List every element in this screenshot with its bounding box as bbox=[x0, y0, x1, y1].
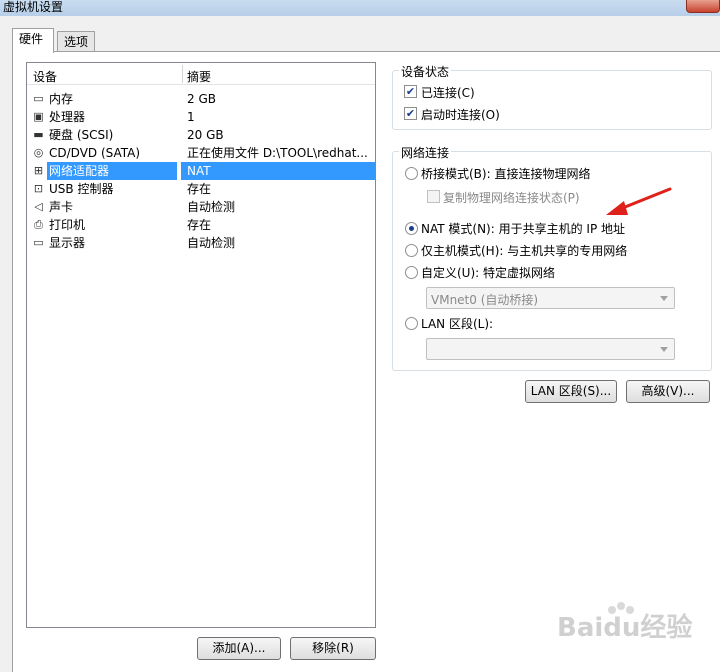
device-row-usb[interactable]: ⊡ USB 控制器 存在 bbox=[27, 180, 375, 198]
remove-device-button[interactable]: 移除(R) bbox=[290, 637, 376, 660]
device-summary: 1 bbox=[187, 110, 195, 124]
connected-checkbox[interactable]: ✔ bbox=[404, 85, 417, 98]
chevron-down-icon bbox=[660, 347, 668, 352]
device-summary: NAT bbox=[187, 164, 211, 178]
column-header-summary[interactable]: 摘要 bbox=[187, 68, 211, 85]
annotation-arrow bbox=[606, 187, 672, 215]
device-name: 显示器 bbox=[49, 236, 86, 250]
device-name: 硬盘 (SCSI) bbox=[49, 128, 114, 142]
host-only-radio[interactable] bbox=[405, 244, 418, 257]
lan-segment-radio[interactable] bbox=[405, 317, 418, 330]
device-name: 打印机 bbox=[49, 218, 86, 232]
network-adapter-icon: ⊞ bbox=[33, 164, 44, 177]
device-name: CD/DVD (SATA) bbox=[49, 146, 141, 160]
nat-label[interactable]: NAT 模式(N): 用于共享主机的 IP 地址 bbox=[421, 220, 625, 237]
baidu-watermark: Baidu经验 bbox=[557, 602, 692, 643]
custom-label[interactable]: 自定义(U): 特定虚拟网络 bbox=[421, 264, 555, 281]
connect-at-power-on-label[interactable]: 启动时连接(O) bbox=[421, 106, 500, 123]
device-row-cd-dvd[interactable]: ◎ CD/DVD (SATA) 正在使用文件 D:\TOOL\redhat... bbox=[27, 144, 375, 162]
lan-segment-label[interactable]: LAN 区段(L): bbox=[421, 315, 493, 332]
device-row-display[interactable]: ▭ 显示器 自动检测 bbox=[27, 234, 375, 252]
custom-network-value: VMnet0 (自动桥接) bbox=[431, 293, 539, 307]
harddisk-icon: ▬ bbox=[33, 128, 44, 141]
tab-options[interactable]: 选项 bbox=[57, 31, 95, 53]
device-summary: 2 GB bbox=[187, 92, 216, 106]
device-row-memory[interactable]: ▭ 内存 2 GB bbox=[27, 90, 375, 108]
column-separator[interactable] bbox=[182, 65, 183, 83]
device-row-printer[interactable]: ⎙ 打印机 存在 bbox=[27, 216, 375, 234]
bridged-label[interactable]: 桥接模式(B): 直接连接物理网络 bbox=[421, 165, 590, 182]
tab-hardware[interactable]: 硬件 bbox=[12, 28, 54, 53]
device-row-processor[interactable]: ▣ 处理器 1 bbox=[27, 108, 375, 126]
device-name: 处理器 bbox=[49, 110, 86, 124]
title-bar: 虚拟机设置 bbox=[0, 0, 720, 16]
display-icon: ▭ bbox=[33, 236, 44, 249]
usb-icon: ⊡ bbox=[33, 182, 44, 195]
cd-icon: ◎ bbox=[33, 146, 44, 159]
device-summary: 存在 bbox=[187, 182, 212, 196]
connected-label[interactable]: 已连接(C) bbox=[421, 84, 475, 101]
watermark-text: Baidu经验 bbox=[557, 612, 692, 643]
add-device-button[interactable]: 添加(A)... bbox=[197, 637, 281, 660]
device-summary: 正在使用文件 D:\TOOL\redhat... bbox=[187, 146, 368, 160]
device-summary: 存在 bbox=[187, 218, 212, 232]
custom-network-select[interactable]: VMnet0 (自动桥接) bbox=[426, 287, 675, 309]
window-title: 虚拟机设置 bbox=[3, 0, 64, 14]
device-row-sound[interactable]: ◁ 声卡 自动检测 bbox=[27, 198, 375, 216]
memory-icon: ▭ bbox=[33, 92, 44, 105]
device-name: 网络适配器 bbox=[47, 162, 177, 180]
device-status-title: 设备状态 bbox=[399, 63, 452, 80]
lan-segments-button[interactable]: LAN 区段(S)... bbox=[525, 380, 617, 403]
network-connection-title: 网络连接 bbox=[399, 144, 452, 161]
device-summary: 20 GB bbox=[187, 128, 224, 142]
chevron-down-icon bbox=[660, 296, 668, 301]
host-only-label[interactable]: 仅主机模式(H): 与主机共享的专用网络 bbox=[421, 242, 627, 259]
device-list-header: 设备 摘要 bbox=[27, 63, 375, 85]
connect-at-power-on-checkbox[interactable]: ✔ bbox=[404, 107, 417, 120]
device-name: 声卡 bbox=[49, 200, 74, 214]
nat-radio[interactable] bbox=[405, 222, 418, 235]
device-name: USB 控制器 bbox=[49, 182, 114, 196]
device-name: 内存 bbox=[49, 92, 74, 106]
bridged-radio[interactable] bbox=[405, 167, 418, 180]
replicate-state-label[interactable]: 复制物理网络连接状态(P) bbox=[443, 189, 580, 206]
column-header-device[interactable]: 设备 bbox=[33, 68, 57, 85]
device-summary: 自动检测 bbox=[187, 236, 236, 250]
custom-radio[interactable] bbox=[405, 266, 418, 279]
processor-icon: ▣ bbox=[33, 110, 44, 123]
device-summary: 自动检测 bbox=[187, 200, 236, 214]
sound-icon: ◁ bbox=[34, 200, 43, 213]
close-button[interactable] bbox=[686, 0, 720, 13]
replicate-state-checkbox[interactable] bbox=[427, 190, 440, 203]
lan-segment-select[interactable] bbox=[426, 338, 675, 360]
device-row-harddisk[interactable]: ▬ 硬盘 (SCSI) 20 GB bbox=[27, 126, 375, 144]
advanced-button[interactable]: 高级(V)... bbox=[626, 380, 710, 403]
device-list[interactable]: 设备 摘要 ▭ 内存 2 GB ▣ 处理器 1 ▬ 硬盘 (SCSI) 20 G… bbox=[26, 62, 376, 628]
printer-icon: ⎙ bbox=[34, 218, 43, 231]
device-row-network-adapter[interactable]: ⊞ 网络适配器 NAT bbox=[27, 162, 375, 180]
